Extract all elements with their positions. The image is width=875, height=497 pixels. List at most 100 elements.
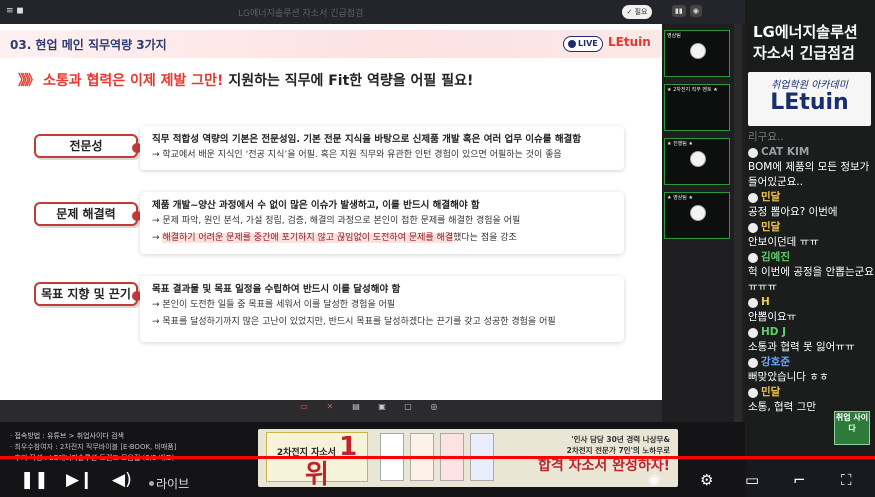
competency-label-text: 문제 해결력 — [56, 207, 116, 221]
chat-author: 민달 — [748, 190, 874, 205]
competency-description: 직무 적합성 역량의 기본은 전문성임. 기본 전문 지식을 바탕으로 신제품 … — [140, 126, 624, 170]
chat-author: 강호준 — [748, 355, 874, 370]
participant-name: ★ 2자전지 직무 멘토 ★ — [667, 87, 718, 93]
chat-panel: LG에너지솔루션 자소서 긴급점검 취업학원 아카데미 LEtuin 리구요..… — [745, 0, 875, 456]
chat-author-name: 민달 — [761, 221, 781, 233]
slide-toolbar: ▭ ✕ ▤ ▣ ▢ ◎ — [0, 400, 662, 422]
channel-sign-text: 취업 사이다 — [835, 413, 869, 433]
chat-author-name: 민달 — [761, 191, 781, 203]
live-indicator[interactable]: 라이브 — [156, 475, 189, 492]
chat-author-name: HD J — [761, 326, 787, 338]
highlight-text: 해결하기 어려운 문제를 중간에 포기하지 않고 끊임없이 도전하여 문제를 해… — [162, 233, 454, 243]
competency-sub: → 문제 파악, 원인 분석, 가설 정립, 검증, 해결의 과정으로 본인이 … — [152, 216, 521, 226]
chat-author-name: 강호준 — [761, 356, 790, 368]
participant-tile[interactable]: ★ 영상팀 ★ — [664, 192, 730, 239]
avatar — [748, 252, 758, 263]
avatar — [748, 387, 758, 398]
fullscreen-icon[interactable]: ⛶ — [841, 470, 852, 490]
chat-icon[interactable]: ▢ — [398, 402, 418, 420]
participant-tile[interactable]: 영상팀 — [664, 30, 730, 77]
channel-sign: 취업 사이다 — [834, 411, 870, 445]
participant-tile[interactable]: ★ 진행팀 ★ — [664, 138, 730, 185]
chat-author: 민달 — [748, 385, 874, 400]
competency-row: 문제 해결력 제품 개발~양산 과정에서 수 없이 많은 이슈가 발생하고, 이… — [0, 192, 662, 254]
cast-icon[interactable]: ⌐ — [793, 470, 806, 490]
chat-message: 강호준 뻐맞았습니다 ㅎㅎ — [748, 355, 874, 385]
avatar — [748, 297, 758, 308]
academy-logo: 취업학원 아카데미 LEtuin — [748, 72, 871, 126]
volume-icon[interactable]: ◀) — [112, 470, 132, 490]
chat-text: 공정 뽑아요? 이번에 — [748, 206, 838, 218]
settings-icon[interactable]: ⚙ — [700, 470, 713, 490]
live-dot-icon — [149, 481, 154, 486]
ad-copy-line: '인사 담당 30년 경력 나상무& — [571, 435, 670, 444]
chat-author: 김예진 — [748, 250, 874, 265]
seek-bar[interactable] — [0, 456, 875, 459]
play-icon — [568, 40, 576, 48]
highlight-suffix: 했다는 점을 강조 — [453, 233, 517, 243]
more-icon[interactable]: ◎ — [424, 402, 444, 420]
chat-message: H 안뽑이요ㅠ — [748, 295, 874, 325]
slide-section-title: 03. 현업 메인 직무역량 3가지 — [10, 38, 167, 52]
status-chip[interactable]: ✓ 필요 — [622, 5, 652, 19]
slide-header: 03. 현업 메인 직무역량 3가지 LIVE LEtuin — [0, 30, 662, 58]
chat-text: BOM에 제품의 모든 정보가 들어있군요.. — [748, 161, 870, 188]
chat-author-name: CAT KIM — [761, 146, 810, 158]
seek-bar-played — [0, 456, 875, 459]
participant-name: ★ 영상팀 ★ — [667, 195, 693, 201]
avatar — [748, 357, 758, 368]
competency-sub: → 학교에서 배운 지식인 ‘전공 지식’을 어필. 혹은 지원 직무와 유관한… — [152, 150, 562, 160]
chat-author-name: 민달 — [761, 386, 781, 398]
menu-icon[interactable]: ≡ ◼ — [6, 6, 28, 17]
panel-scrollbar[interactable] — [734, 24, 742, 422]
participant-name: 영상팀 — [667, 33, 681, 39]
arrow-prefix: → — [152, 233, 163, 243]
chat-message: 민달 안보이던데 ㅠㅠ — [748, 220, 874, 250]
competency-description: 목표 결과물 및 목표 일정을 수립하여 반드시 이를 달성해야 함 → 본인이… — [140, 276, 624, 342]
avatar — [748, 192, 758, 203]
stream-title-line: 자소서 긴급점검 — [753, 44, 855, 62]
ticker-line: · 접속방법 : 유튜브 > 취업사이다 검색 — [10, 432, 124, 440]
chat-message: CAT KIM BOM에 제품의 모든 정보가 들어있군요.. — [748, 145, 874, 190]
ad-copy-line: 2차전지 전문가 7인'의 노하우로 — [566, 446, 670, 455]
participant-name: ★ 진행팀 ★ — [667, 141, 693, 147]
video-frame: { "topbar": { "menu": "≡ ◼", "faded_titl… — [0, 0, 875, 497]
competency-sub: → 본인이 도전한 일들 중 목표를 세워서 이를 달성한 경험을 어필 — [152, 300, 396, 310]
view-controls: ▮▮ ◉ — [672, 5, 720, 19]
meeting-top-bar: ≡ ◼ LG에너지솔루션 자소서 긴급점검 ✓ 필요 ▮▮ ◉ — [0, 0, 745, 24]
presentation-slide: 03. 현업 메인 직무역량 3가지 LIVE LEtuin 》》》 소통과 협력… — [0, 24, 662, 400]
slide-headline: 》》》 소통과 협력은 이제 제발 그만! 지원하는 직무에 Fit한 역량을 어… — [18, 70, 473, 90]
autoplay-toggle-icon[interactable]: ◉ — [648, 470, 660, 490]
avatar — [748, 147, 758, 158]
next-icon[interactable]: ▶❙ — [66, 470, 93, 490]
remote-control-icon[interactable]: ▣ — [372, 402, 392, 420]
stop-share-icon[interactable]: ▭ — [294, 402, 314, 420]
participants-count-icon[interactable]: ◉ — [689, 5, 702, 17]
chat-author: CAT KIM — [748, 145, 874, 160]
miniplayer-icon[interactable]: ▭ — [745, 470, 759, 490]
gallery-view-icon[interactable]: ▮▮ — [672, 5, 686, 17]
chat-message: 김예진 헉 이번에 공정을 안뽑는군요ㅠㅠㅠ — [748, 250, 874, 295]
avatar — [748, 327, 758, 338]
logo-brand: LEtuin — [770, 90, 849, 115]
competency-label: 전문성 — [34, 134, 142, 158]
avatar — [690, 151, 706, 167]
chat-text: 리구요.. — [748, 131, 784, 143]
ticker-line: · 최우수참여자 : 2차전지 직무바이블 [E-BOOK, 비매품] — [10, 443, 177, 451]
chat-text: 뻐맞았습니다 ㅎㅎ — [748, 371, 829, 383]
chat-message: 민달 공정 뽑아요? 이번에 — [748, 190, 874, 220]
chat-message: HD J 소통과 협력 못 잃어ㅠㅠ — [748, 325, 874, 355]
annotate-icon[interactable]: ▤ — [346, 402, 366, 420]
chat-author: HD J — [748, 325, 874, 340]
avatar — [748, 222, 758, 233]
competency-label: 목표 지향 및 끈기 — [34, 282, 142, 306]
competency-sub: → 목표를 달성하기까지 많은 고난이 있었지만, 반드시 목표를 달성하겠다는… — [152, 317, 556, 327]
player-controls: ❚❚ ▶❙ ◀) 라이브 ◉ ⚙ ▭ ⌐ ⛶ — [0, 464, 875, 497]
pause-icon[interactable]: ❚❚ — [20, 470, 49, 490]
chat-text: 소통과 협력 못 잃어ㅠㅠ — [748, 341, 855, 353]
chat-author-name: 김예진 — [761, 251, 790, 263]
participant-tile[interactable]: ★ 2자전지 직무 멘토 ★ — [664, 84, 730, 131]
chat-message: 리구요.. — [748, 130, 874, 145]
logo-script: 취업학원 아카데미 — [771, 80, 848, 91]
pause-share-icon[interactable]: ✕ — [320, 402, 340, 420]
